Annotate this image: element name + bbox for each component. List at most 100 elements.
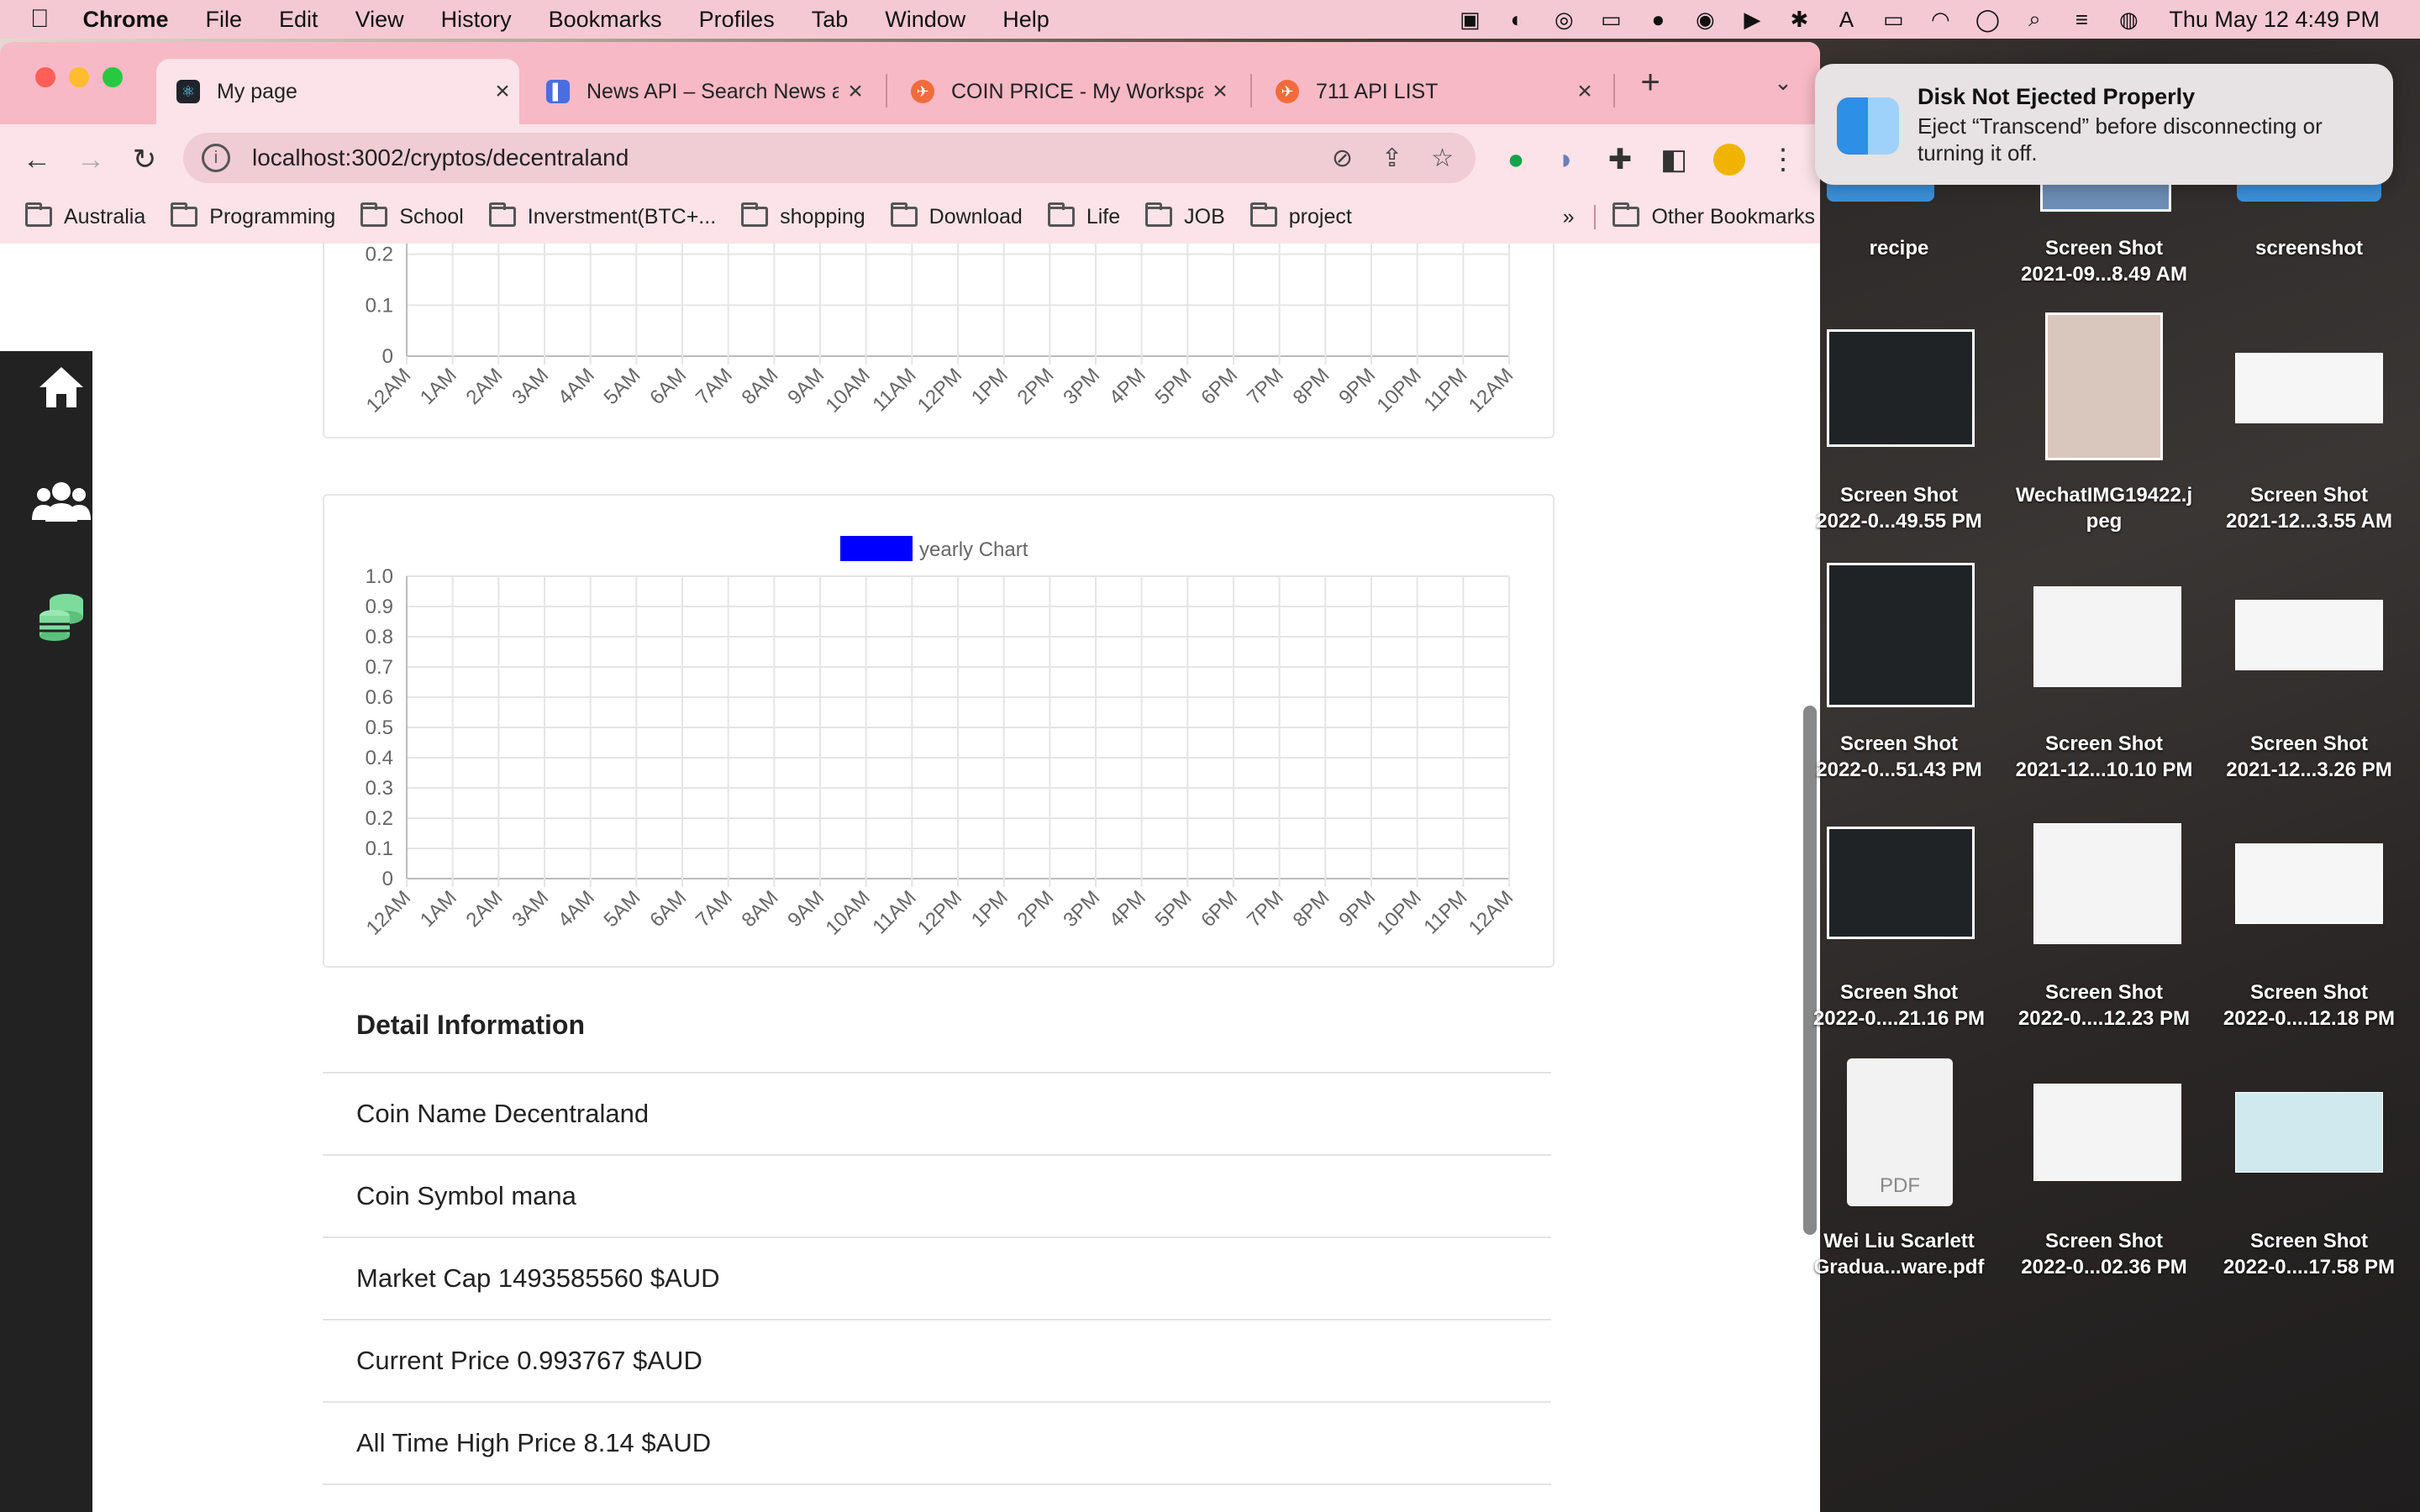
- screenshot-thumbnail[interactable]: [2235, 600, 2383, 670]
- more-options-icon[interactable]: ⋮: [1761, 138, 1805, 181]
- bookmark-folder-life[interactable]: Life: [1047, 202, 1120, 229]
- page-scrollbar[interactable]: [1803, 706, 1817, 1235]
- tab-news-api[interactable]: ▌ News API – Search News and Blog Articl…: [526, 59, 872, 124]
- control-center-icon[interactable]: ≡: [2058, 7, 2105, 33]
- back-arrow-icon[interactable]: ←: [15, 138, 59, 181]
- input-source-icon[interactable]: A: [1823, 7, 1870, 33]
- menu-tab[interactable]: Tab: [793, 7, 867, 33]
- close-tab-icon[interactable]: ×: [1568, 77, 1602, 106]
- close-window-button[interactable]: [35, 67, 55, 87]
- menu-bookmarks[interactable]: Bookmarks: [530, 7, 681, 33]
- disk-not-ejected-notification[interactable]: Disk Not Ejected Properly Eject “Transce…: [1815, 64, 2393, 185]
- bookmark-star-icon[interactable]: ☆: [1431, 144, 1454, 173]
- play-icon[interactable]: ▶: [1728, 7, 1776, 33]
- address-url[interactable]: localhost:3002/cryptos/decentraland: [252, 144, 629, 171]
- apple-icon[interactable]: : [0, 5, 65, 34]
- puzzle-icon[interactable]: ✚: [1598, 138, 1642, 181]
- menu-window[interactable]: Window: [866, 7, 984, 33]
- user-icon[interactable]: ◯: [1964, 7, 2011, 33]
- menu-edit[interactable]: Edit: [260, 7, 337, 33]
- side-panel-icon[interactable]: ◧: [1652, 138, 1696, 181]
- bookmark-folder-programming[interactable]: Programming: [171, 202, 335, 229]
- display-icon[interactable]: ▭: [1587, 7, 1634, 33]
- desktop-icon-label[interactable]: Screen Shot 2021-09...8.49 AM: [2003, 235, 2205, 287]
- bookmark-folder-school[interactable]: School: [360, 202, 464, 229]
- desktop-icon-label[interactable]: Screen Shot 2022-0...02.36 PM: [2003, 1228, 2205, 1280]
- chat-icon[interactable]: ●: [1634, 7, 1681, 33]
- bookmark-folder-australia[interactable]: Australia: [25, 202, 145, 229]
- menu-history[interactable]: History: [423, 7, 530, 33]
- screenshot-thumbnail[interactable]: [2033, 1084, 2181, 1181]
- coins-icon[interactable]: [32, 586, 91, 645]
- camera-icon[interactable]: ▣: [1446, 7, 1493, 33]
- battery-icon[interactable]: ▭: [1870, 7, 1917, 33]
- desktop-icon-label[interactable]: Screen Shot 2021-12...3.26 PM: [2208, 731, 2410, 783]
- eye-off-icon[interactable]: ⊘: [1332, 144, 1353, 173]
- grammarly-icon[interactable]: ●: [1494, 138, 1538, 181]
- menu-app-name[interactable]: Chrome: [65, 7, 187, 33]
- desktop-icon-label[interactable]: WechatIMG19422.j peg: [2003, 482, 2205, 534]
- tab-title: 711 API LIST: [1316, 79, 1439, 103]
- desktop-icon-label[interactable]: Screen Shot 2022-0...49.55 PM: [1798, 482, 2000, 534]
- desktop-icon-label[interactable]: screenshot: [2208, 235, 2410, 261]
- tab-coin-price[interactable]: ✈ COIN PRICE - My Workspace ×: [891, 59, 1237, 124]
- menu-clock[interactable]: Thu May 12 4:49 PM: [2169, 7, 2380, 33]
- menu-profiles[interactable]: Profiles: [681, 7, 793, 33]
- menu-help[interactable]: Help: [984, 7, 1068, 33]
- tab-search-chevron-icon[interactable]: ⌄: [1761, 60, 1805, 104]
- home-icon[interactable]: [32, 358, 91, 417]
- screenshot-thumbnail[interactable]: [2235, 353, 2383, 423]
- menu-file[interactable]: File: [187, 7, 261, 33]
- photo-thumbnail[interactable]: [2045, 312, 2163, 460]
- bookmark-folder-download[interactable]: Download: [890, 202, 1023, 229]
- close-tab-icon[interactable]: ×: [1203, 77, 1237, 106]
- search-icon[interactable]: ⌕: [2011, 6, 2058, 33]
- dashboard-icon[interactable]: ◐: [1493, 7, 1540, 33]
- new-tab-button[interactable]: +: [1628, 60, 1672, 104]
- reload-icon[interactable]: ↻: [123, 138, 166, 181]
- pdf-file-icon[interactable]: PDF: [1847, 1058, 1953, 1206]
- close-tab-icon[interactable]: ×: [839, 77, 872, 106]
- forward-arrow-icon[interactable]: →: [69, 138, 113, 181]
- maximize-window-button[interactable]: [103, 67, 123, 87]
- desktop-icon-label[interactable]: Screen Shot 2022-0....12.18 PM: [2208, 979, 2410, 1032]
- x-tick-label: 1AM: [416, 364, 461, 409]
- screenshot-thumbnail[interactable]: [2033, 586, 2181, 687]
- users-icon[interactable]: [32, 472, 91, 531]
- desktop-icon-label[interactable]: Screen Shot 2022-0....21.16 PM: [1798, 979, 2000, 1032]
- siri-icon[interactable]: ◍: [2105, 7, 2152, 33]
- cloud-icon[interactable]: ◎: [1540, 7, 1587, 33]
- screenshot-thumbnail[interactable]: [2235, 1092, 2383, 1173]
- screenshot-thumbnail[interactable]: [1827, 563, 1975, 707]
- extension-icon[interactable]: ◗: [1544, 138, 1588, 181]
- close-tab-icon[interactable]: ×: [486, 77, 519, 106]
- site-info-icon[interactable]: i: [202, 144, 230, 172]
- bookmark-folder-project[interactable]: project: [1249, 202, 1352, 229]
- desktop-icon-label[interactable]: Screen Shot 2022-0....12.23 PM: [2003, 979, 2205, 1032]
- share-icon[interactable]: ⇪: [1381, 144, 1402, 173]
- bookmarks-overflow-button[interactable]: »: [1563, 205, 1575, 229]
- minimize-window-button[interactable]: [69, 67, 89, 87]
- tab-my-page[interactable]: ⚛ My page ×: [156, 59, 519, 124]
- wifi-icon[interactable]: ◠: [1917, 7, 1964, 33]
- bookmark-folder-shopping[interactable]: shopping: [741, 202, 865, 229]
- desktop-icon-label[interactable]: Screen Shot 2022-0...51.43 PM: [1798, 731, 2000, 783]
- address-bar[interactable]: i localhost:3002/cryptos/decentraland ⊘ …: [183, 133, 1476, 183]
- desktop-icon-label[interactable]: Screen Shot 2021-12...3.55 AM: [2208, 482, 2410, 534]
- desktop-icon-label[interactable]: Screen Shot 2021-12...10.10 PM: [2003, 731, 2205, 783]
- bluetooth-icon[interactable]: ✱: [1776, 7, 1823, 33]
- bookmark-folder-investment[interactable]: Inverstment(BTC+...: [488, 202, 716, 229]
- wechat-icon[interactable]: ◉: [1681, 7, 1728, 33]
- desktop-icon-label[interactable]: Wei Liu Scarlett Gradua...ware.pdf: [1798, 1228, 2000, 1280]
- screenshot-thumbnail[interactable]: [2033, 823, 2181, 944]
- screenshot-thumbnail[interactable]: [1827, 827, 1975, 939]
- tab-711-api-list[interactable]: ✈ 711 API LIST ×: [1255, 59, 1602, 124]
- profile-avatar[interactable]: [1707, 138, 1751, 181]
- menu-view[interactable]: View: [337, 7, 423, 33]
- screenshot-thumbnail[interactable]: [1827, 329, 1975, 447]
- desktop-icon-label[interactable]: recipe: [1798, 235, 2000, 261]
- screenshot-thumbnail[interactable]: [2235, 843, 2383, 924]
- bookmark-folder-job[interactable]: JOB: [1145, 202, 1225, 229]
- desktop-icon-label[interactable]: Screen Shot 2022-0....17.58 PM: [2208, 1228, 2410, 1280]
- other-bookmarks[interactable]: Other Bookmarks: [1594, 202, 1815, 229]
